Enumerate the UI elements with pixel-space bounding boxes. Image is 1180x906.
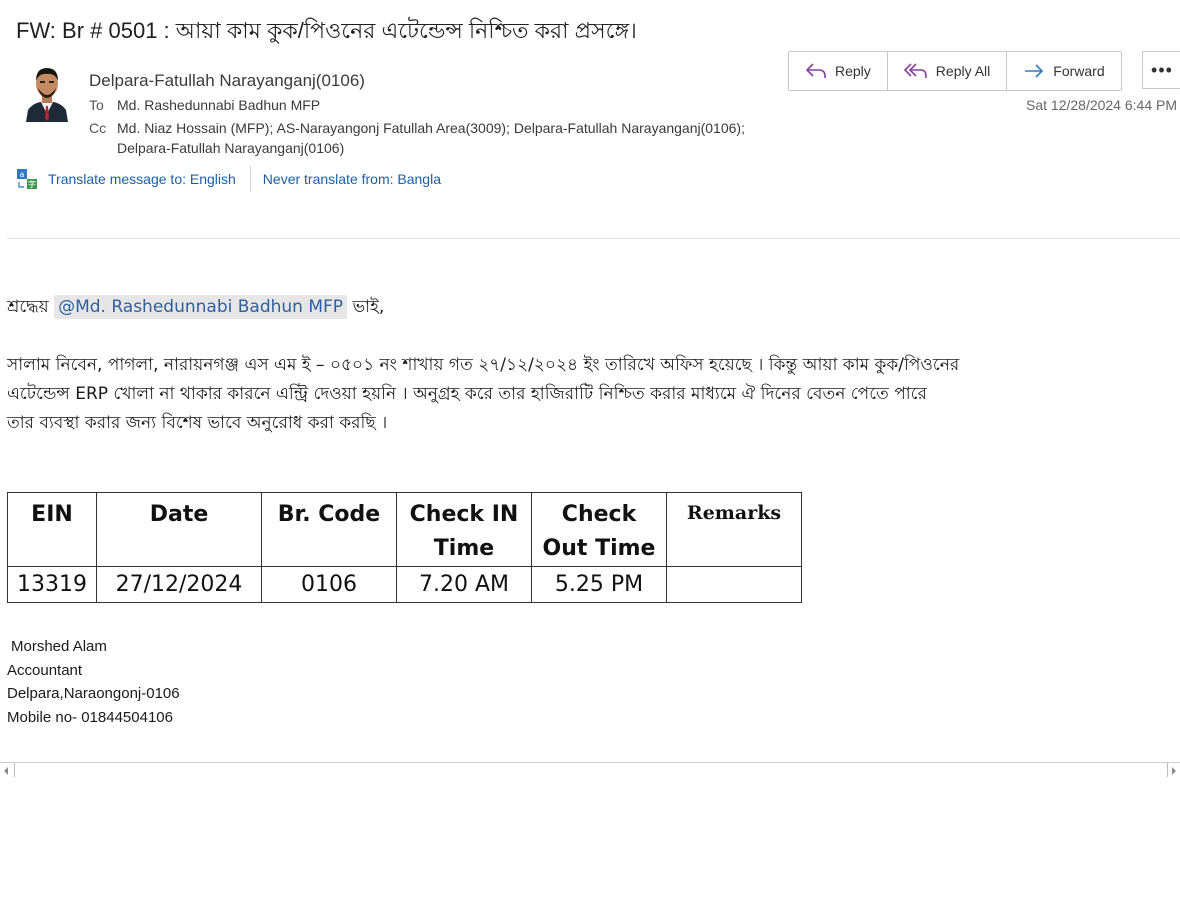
cell-date: 27/12/2024	[96, 566, 262, 603]
reply-all-button[interactable]: Reply All	[887, 52, 1008, 90]
svg-text:字: 字	[28, 179, 36, 189]
forward-label: Forward	[1053, 63, 1105, 79]
forward-button[interactable]: Forward	[1007, 52, 1121, 90]
more-actions-button[interactable]: •••	[1142, 51, 1180, 89]
translate-bar: a 字 Translate message to: English Never …	[16, 166, 441, 192]
column-header-date: Date	[96, 492, 262, 567]
attendance-table: EIN Date Br. Code Check IN Time Check Ou…	[7, 492, 802, 603]
cell-branch-code: 0106	[261, 566, 397, 603]
reply-all-icon	[903, 63, 927, 78]
forward-arrow-icon	[1025, 64, 1044, 78]
column-header-check-in: Check IN Time	[396, 492, 532, 567]
header-divider	[7, 238, 1180, 239]
translate-separator	[249, 166, 251, 192]
to-label: To	[89, 97, 104, 113]
reply-icon	[805, 63, 826, 78]
scroll-right-icon[interactable]	[1170, 766, 1178, 776]
sender-avatar	[24, 64, 70, 122]
column-header-branch-code: Br. Code	[261, 492, 397, 567]
cc-recipients[interactable]: Md. Niaz Hossain (MFP); AS-Narayangonj F…	[117, 120, 745, 136]
table-row: 13319 27/12/2024 0106 7.20 AM 5.25 PM	[7, 566, 802, 603]
to-recipient[interactable]: Md. Rashedunnabi Badhun MFP	[117, 97, 320, 113]
reply-label: Reply	[835, 63, 871, 79]
signature-branch: Delpara,Naraongonj-0106	[7, 685, 180, 702]
greeting-prefix: শ্রদ্ধেয়	[7, 297, 49, 317]
column-header-remarks: Remarks	[666, 492, 802, 567]
column-header-check-out: Check Out Time	[531, 492, 667, 567]
signature-name: Morshed Alam	[11, 638, 107, 655]
translate-icon: a 字	[17, 169, 37, 189]
body-line-3: তার ব্যবস্থা করার জন্য বিশেষ ভাবে অনুরোধ…	[7, 413, 388, 433]
cell-check-in: 7.20 AM	[396, 566, 532, 603]
reply-all-label: Reply All	[935, 63, 991, 79]
body-line-2: এটেন্ডেন্স ERP খোলা না থাকার কারনে এন্ট্…	[7, 384, 927, 404]
sender-name[interactable]: Delpara-Fatullah Narayanganj(0106)	[89, 71, 365, 91]
greeting-suffix: ভাই,	[352, 297, 385, 317]
column-header-ein: EIN	[7, 492, 97, 567]
translate-message-link[interactable]: Translate message to: English	[48, 171, 236, 187]
cell-ein: 13319	[7, 566, 97, 603]
sent-date: Sat 12/28/2024 6:44 PM	[1026, 97, 1177, 113]
horizontal-scrollbar[interactable]	[0, 762, 1180, 779]
cell-remarks	[666, 566, 802, 603]
cc-recipients-continued[interactable]: Delpara-Fatullah Narayanganj(0106)	[117, 140, 344, 156]
table-header-row: EIN Date Br. Code Check IN Time Check Ou…	[7, 492, 802, 567]
cc-label: Cc	[89, 120, 107, 136]
scrollbar-track[interactable]	[14, 763, 1168, 777]
greeting: শ্রদ্ধেয় @Md. Rashedunnabi Badhun MFP ভ…	[7, 294, 384, 322]
never-translate-link[interactable]: Never translate from: Bangla	[263, 171, 441, 187]
signature-mobile: Mobile no- 01844504106	[7, 709, 173, 726]
message-actions: Reply Reply All Forward	[788, 51, 1122, 91]
body-line-1: সালাম নিবেন, পাগলা, নারায়নগঞ্জ এস এম ই …	[7, 355, 960, 375]
reply-button[interactable]: Reply	[789, 52, 888, 90]
scroll-left-icon[interactable]	[2, 766, 10, 776]
signature-title: Accountant	[7, 662, 83, 679]
cell-check-out: 5.25 PM	[531, 566, 667, 603]
email-subject: FW: Br # 0501 : আয়া কাম কুক/পিওনের এটেন…	[16, 18, 637, 43]
svg-text:a: a	[20, 170, 25, 179]
mention-recipient[interactable]: @Md. Rashedunnabi Badhun MFP	[54, 295, 348, 319]
